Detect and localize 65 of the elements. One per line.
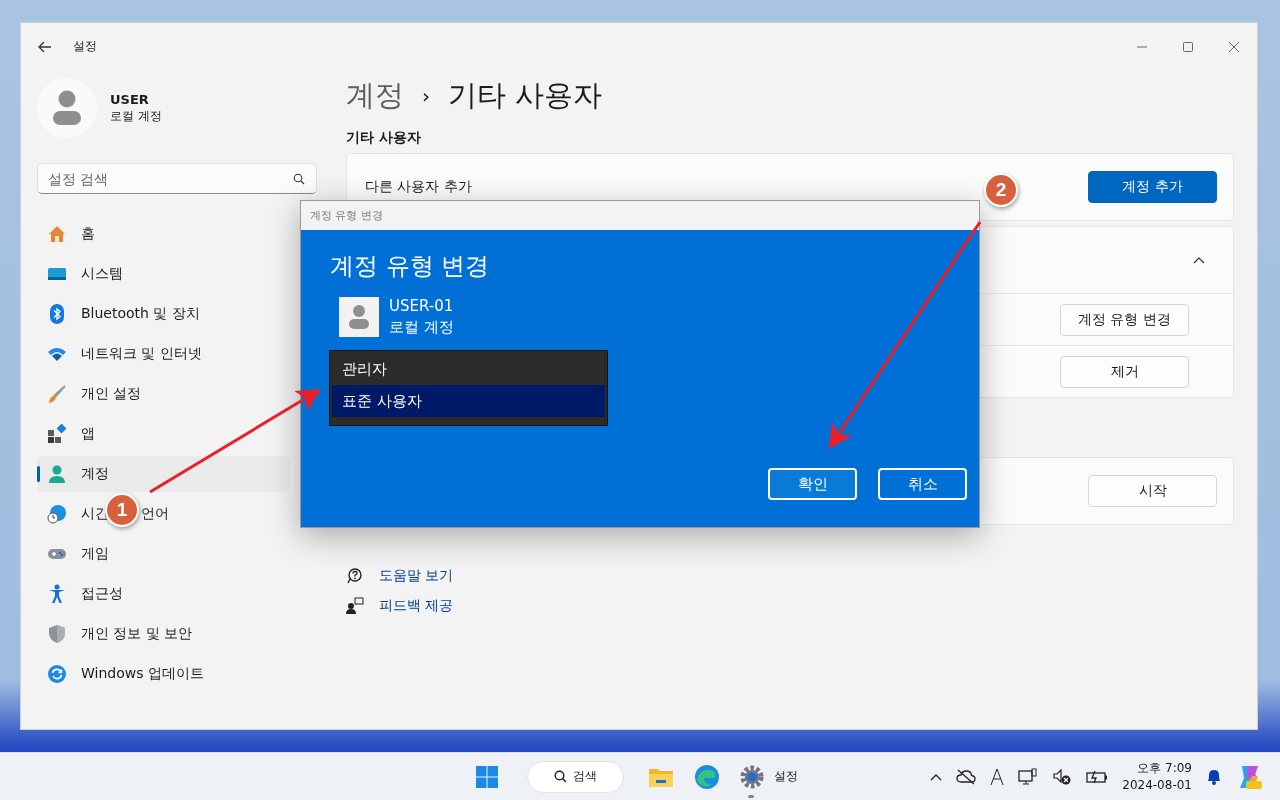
user-name: USER-01: [389, 296, 454, 317]
clock[interactable]: 오후 7:09 2024-08-01: [1122, 759, 1192, 794]
nav-label[interactable]: 앱: [81, 425, 95, 443]
nav-item[interactable]: 계정: [37, 456, 290, 492]
setting-label: 다른 사용자 추가: [365, 178, 472, 196]
help-icon: [346, 567, 364, 585]
cloud-off-icon[interactable]: [956, 768, 977, 785]
gear-icon: [739, 764, 764, 789]
chevron-up-icon[interactable]: [930, 772, 943, 781]
user-name: USER: [110, 91, 150, 107]
cancel-button[interactable]: 취소: [878, 468, 967, 500]
nav-label[interactable]: 홈: [81, 225, 95, 243]
add-account-button[interactable]: 계정 추가: [1088, 171, 1217, 203]
apps-icon: [47, 424, 67, 444]
account-type: 로컬 계정: [110, 108, 162, 123]
dialog-title: 계정 유형 변경: [301, 201, 979, 230]
window-title: 설정: [73, 38, 97, 55]
monitor-icon[interactable]: [1018, 767, 1039, 786]
maximize-icon[interactable]: [1182, 40, 1194, 53]
search-icon: [553, 770, 567, 783]
nav-label[interactable]: 네트워크 및 인터넷: [81, 345, 202, 363]
page-title: 기타 사용자: [448, 77, 603, 114]
selection-indicator: [37, 466, 40, 482]
shield-icon: [47, 624, 67, 644]
search-field[interactable]: 설정 검색: [37, 163, 317, 194]
dialog-heading: 계정 유형 변경: [330, 251, 491, 282]
user-avatar: [339, 297, 379, 337]
person-icon: [47, 464, 67, 484]
nav-label[interactable]: 개인 설정: [81, 385, 142, 403]
font-icon[interactable]: [990, 767, 1005, 786]
breadcrumb-separator: ›: [422, 84, 430, 108]
taskbar-search[interactable]: 검색: [526, 760, 624, 793]
brush-icon: [47, 384, 67, 404]
nav-label[interactable]: 시스템: [81, 265, 123, 283]
nav-label[interactable]: 언어: [141, 505, 169, 523]
link[interactable]: 피드백 제공: [379, 597, 454, 615]
close-icon[interactable]: [1228, 40, 1240, 53]
battery-icon[interactable]: [1086, 769, 1109, 784]
chevron-icon[interactable]: [1193, 256, 1205, 264]
bluetooth-icon: [47, 304, 67, 324]
refresh-icon: [47, 664, 67, 684]
feedback-icon: [346, 597, 364, 615]
account-type: 로컬 계정: [389, 317, 454, 338]
section-title: 기타 사용자: [346, 129, 422, 147]
nav-label[interactable]: Bluetooth 및 장치: [81, 305, 200, 323]
browser-icon[interactable]: [693, 763, 720, 790]
home-icon: [47, 224, 67, 244]
nav-label[interactable]: 접근성: [81, 585, 123, 603]
speaker-muted-icon[interactable]: [1052, 767, 1073, 786]
link[interactable]: 도움말 보기: [379, 567, 454, 585]
account-action-button[interactable]: 제거: [1060, 355, 1189, 388]
start-button[interactable]: 시작: [1088, 475, 1217, 507]
start-icon[interactable]: [474, 764, 499, 789]
bell-icon[interactable]: [1206, 767, 1222, 786]
nav-label[interactable]: 게임: [81, 545, 109, 563]
list-option[interactable]: 관리자: [332, 353, 605, 385]
list-option[interactable]: 표준 사용자: [332, 385, 605, 417]
globe-clock-icon: [47, 504, 67, 524]
search-icon: [293, 173, 305, 185]
nav-label[interactable]: Windows 업데이트: [81, 665, 204, 683]
account-action-button[interactable]: 계정 유형 변경: [1060, 303, 1189, 336]
account-type-list[interactable]: 관리자 표준 사용자: [329, 350, 608, 426]
nav-label[interactable]: 개인 정보 및 보안: [81, 625, 193, 643]
breadcrumb-link[interactable]: 계정: [346, 76, 404, 116]
ok-button[interactable]: 확인: [768, 468, 857, 500]
